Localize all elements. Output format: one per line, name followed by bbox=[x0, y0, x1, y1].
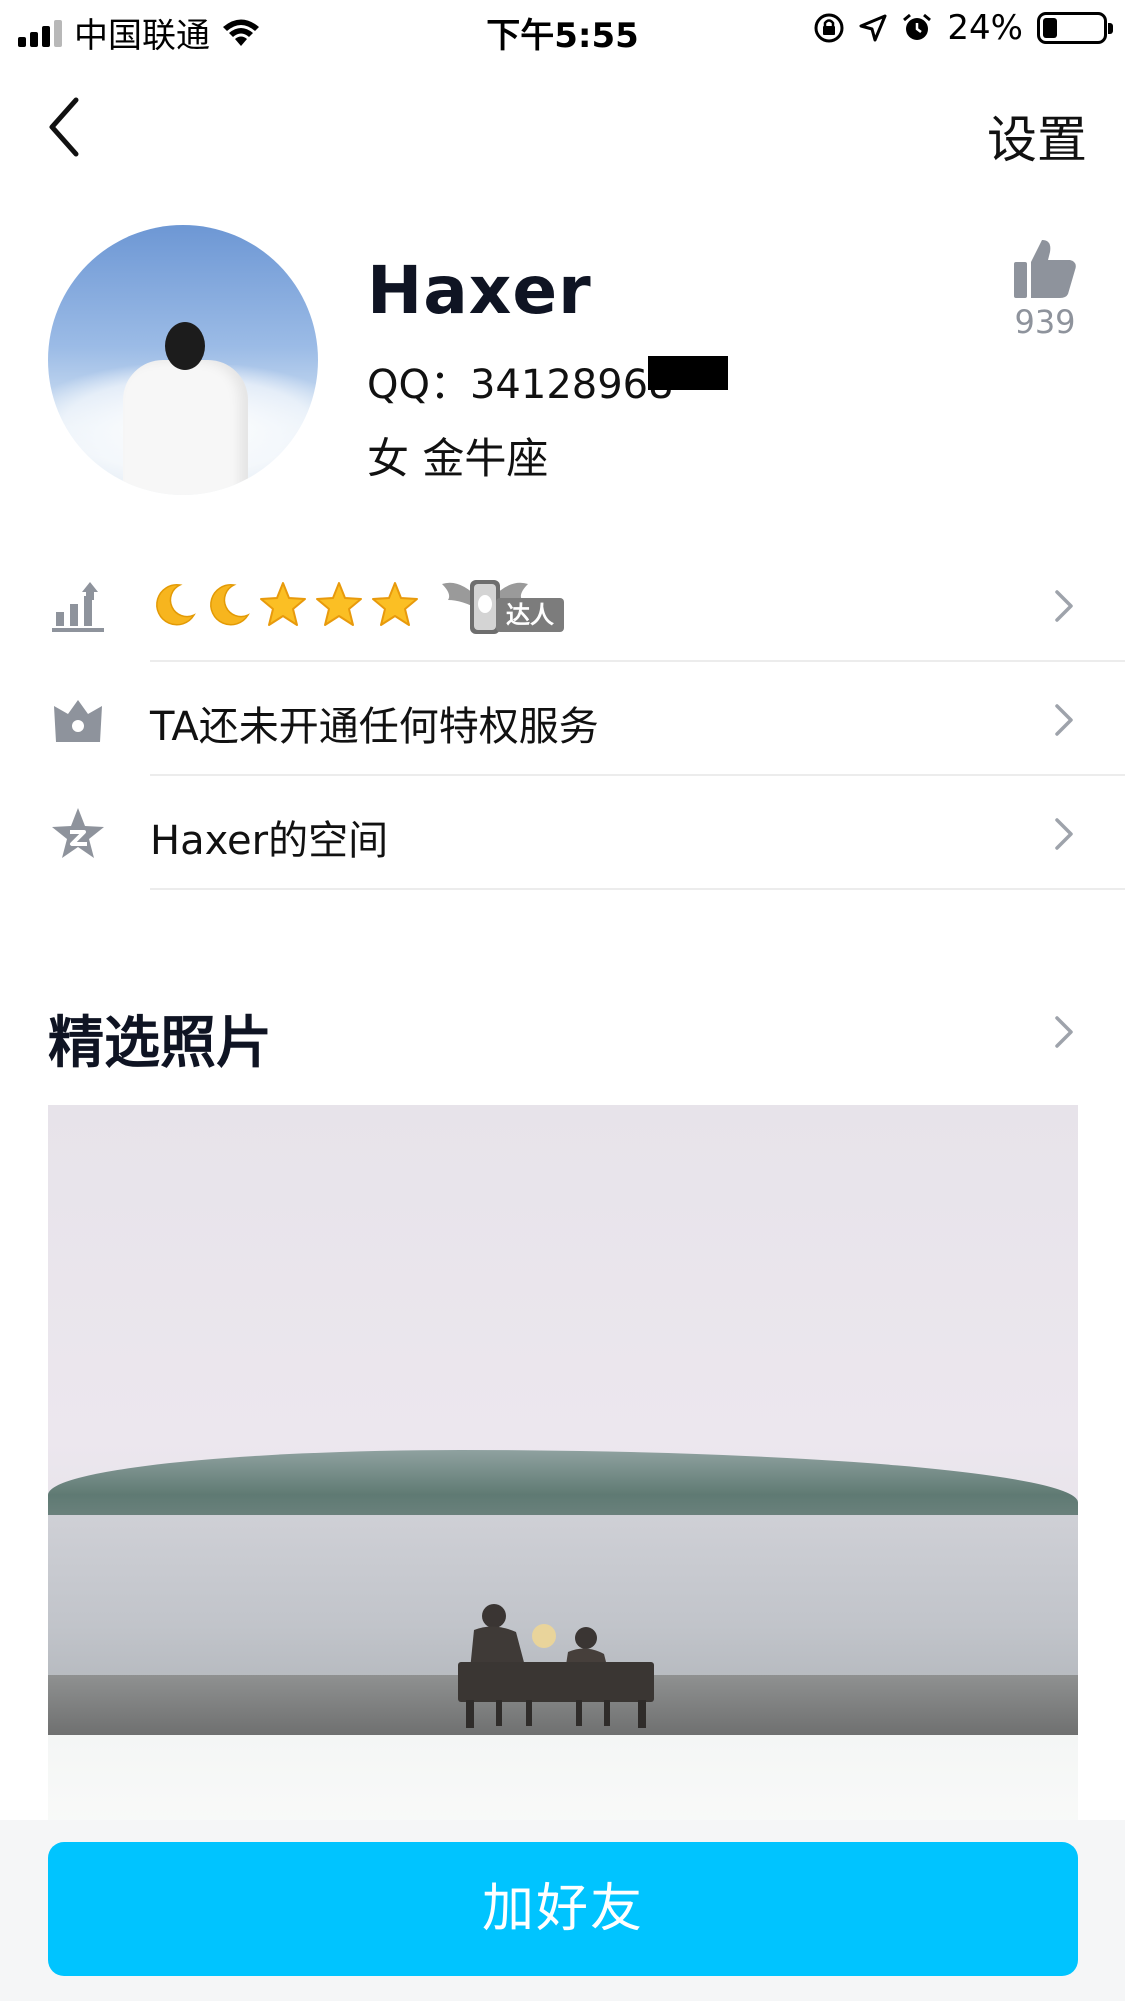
privilege-label: TA还未开通任何特权服务 bbox=[150, 704, 599, 750]
back-icon[interactable] bbox=[40, 92, 90, 162]
level-row[interactable]: 达人 bbox=[0, 548, 1125, 662]
qzone-star-icon bbox=[52, 808, 104, 858]
level-badges: 达人 bbox=[150, 570, 590, 640]
star-icon bbox=[316, 582, 362, 626]
expert-badge: 达人 bbox=[440, 570, 590, 640]
qzone-label: Haxer的空间 bbox=[150, 818, 389, 864]
nav-bar: 设置 bbox=[0, 62, 1125, 192]
battery-percent: 24% bbox=[947, 8, 1023, 48]
crown-icon bbox=[54, 700, 102, 742]
add-friend-button[interactable]: 加好友 bbox=[48, 1842, 1078, 1976]
moon-icon bbox=[156, 584, 196, 626]
qzone-row[interactable]: Haxer的空间 bbox=[0, 776, 1125, 890]
level-chart-icon bbox=[52, 582, 104, 632]
expert-badge-label: 达人 bbox=[496, 598, 564, 632]
redaction-bar bbox=[648, 356, 728, 390]
status-bar: 中国联通 下午5:55 24% bbox=[0, 0, 1125, 62]
alarm-icon bbox=[903, 13, 932, 40]
profile-name: Haxer bbox=[367, 252, 592, 329]
rotation-lock-icon bbox=[814, 13, 844, 43]
status-right: 24% bbox=[813, 8, 1113, 48]
chevron-right-icon[interactable] bbox=[1051, 1012, 1077, 1052]
chevron-right-icon bbox=[1055, 818, 1073, 850]
people-on-bench bbox=[458, 1604, 654, 1728]
bottom-bar: 加好友 bbox=[0, 1820, 1125, 2001]
location-icon bbox=[859, 14, 887, 42]
qq-number: QQ：34128968 bbox=[367, 362, 674, 408]
star-icon bbox=[372, 582, 418, 626]
star-icon bbox=[260, 582, 306, 626]
moon-icon bbox=[210, 584, 250, 626]
battery-fill bbox=[1043, 18, 1057, 38]
gender-zodiac: 女 金牛座 bbox=[367, 434, 549, 483]
chevron-right-icon bbox=[1055, 704, 1073, 736]
like-count: 939 bbox=[1014, 303, 1076, 341]
thumbs-up-icon[interactable] bbox=[1012, 238, 1078, 300]
chevron-right-icon bbox=[1055, 590, 1073, 622]
privilege-row[interactable]: TA还未开通任何特权服务 bbox=[0, 662, 1125, 776]
avatar[interactable] bbox=[48, 225, 318, 495]
photos-section-title[interactable]: 精选照片 bbox=[48, 998, 272, 1079]
featured-photo[interactable] bbox=[48, 1105, 1078, 1850]
settings-button[interactable]: 设置 bbox=[987, 100, 1087, 172]
battery-icon bbox=[1037, 12, 1113, 44]
